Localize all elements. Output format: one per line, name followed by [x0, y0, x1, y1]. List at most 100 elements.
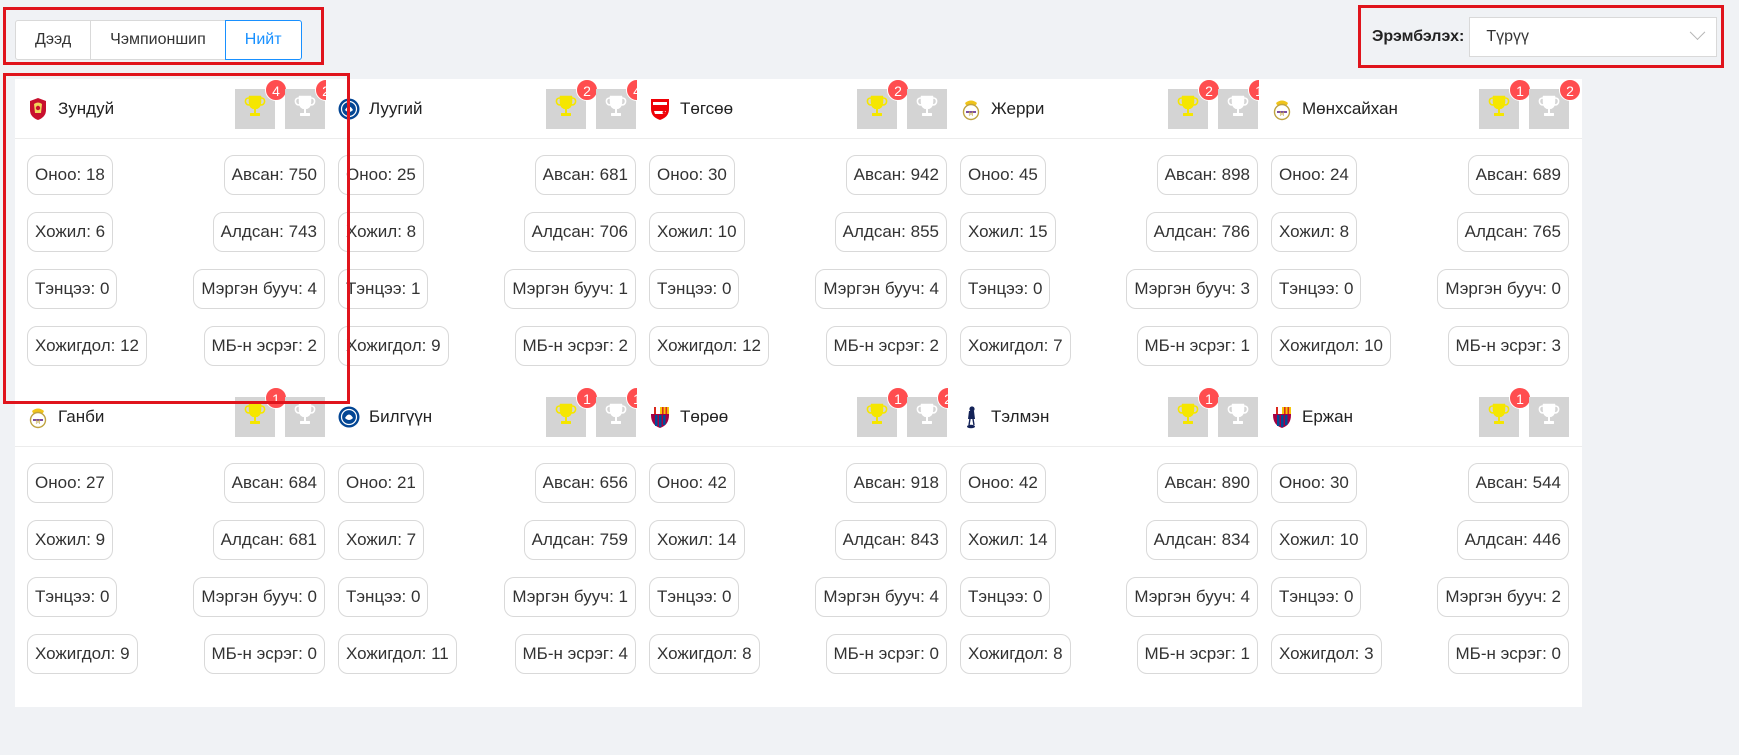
- anti-sniper-stat: МБ-н эсрэг: 0: [1447, 634, 1569, 674]
- gold-trophy-icon: [555, 402, 577, 431]
- silver-trophy-button[interactable]: 1: [1218, 78, 1270, 129]
- wins-stat: Хожил: 8: [1271, 212, 1358, 252]
- card-header: Тэлмэн 1: [948, 386, 1271, 447]
- draws-stat: Тэнцээ: 0: [1271, 269, 1362, 309]
- player-name: Луугий: [369, 98, 423, 118]
- gold-trophy-button[interactable]: 1: [1168, 386, 1220, 437]
- tab-all[interactable]: Нийт: [224, 20, 302, 60]
- silver-trophy-icon: [605, 402, 627, 431]
- tab-championship[interactable]: Чэмпионшип: [90, 20, 226, 60]
- draws-stat: Тэнцээ: 0: [649, 269, 740, 309]
- player-card: M Мөнхсайхан 1 2 Оноо: 24 Авсан: 689 Хожил: 8 А…: [1259, 78, 1582, 399]
- points-stat: Оноо: 42: [649, 463, 735, 503]
- silver-trophy-button[interactable]: 1: [596, 386, 648, 437]
- points-stat: Оноо: 27: [27, 463, 113, 503]
- gold-trophy-button[interactable]: 2: [1168, 78, 1220, 129]
- points-stat: Оноо: 30: [649, 155, 735, 195]
- scored-stat: Авсан: 890: [1156, 463, 1258, 503]
- gold-trophy-button[interactable]: 1: [857, 386, 909, 437]
- draws-stat: Тэнцээ: 0: [960, 577, 1051, 617]
- player-card: Тэлмэн 1 Оноо: 42 Авсан: 890 Хожил: 14 Алдсан…: [948, 386, 1271, 707]
- card-stats: Оноо: 30 Авсан: 942 Хожил: 10 Алдсан: 855 Тэ…: [637, 139, 960, 366]
- silver-trophy-icon: [1538, 94, 1560, 123]
- losses-stat: Хожигдол: 11: [338, 634, 457, 674]
- league-tabs: Дээд Чэмпионшип Нийт: [15, 20, 321, 60]
- draws-stat: Тэнцээ: 1: [338, 269, 429, 309]
- card-stats: Оноо: 21 Авсан: 656 Хожил: 7 Алдсан: 759 Тэн…: [326, 447, 649, 674]
- losses-stat: Хожигдол: 12: [27, 326, 147, 366]
- player-card: Төрөө 12 Оноо: 42 Авсан: 918 Хожил: 14 Алдсан…: [637, 386, 960, 707]
- gold-trophy-button[interactable]: 2: [857, 78, 909, 129]
- card-header: Зундуй 42: [15, 78, 338, 139]
- gold-trophy-icon: [555, 94, 577, 123]
- points-stat: Оноо: 42: [960, 463, 1046, 503]
- draws-stat: Тэнцээ: 0: [1271, 577, 1362, 617]
- conceded-stat: Алдсан: 759: [523, 520, 636, 560]
- player-name: Ержан: [1302, 406, 1354, 426]
- gold-trophy-count: 1: [887, 386, 909, 409]
- card-header: M Ганби 1: [15, 386, 338, 447]
- silver-trophy-icon: [605, 94, 627, 123]
- player-name: Төгсөө: [680, 98, 734, 118]
- silver-trophy-icon: [916, 402, 938, 431]
- player-card: M Жерри 21 Оноо: 45 Авсан: 898 Хожил: 15 Алдса…: [948, 78, 1271, 399]
- wins-stat: Хожил: 14: [649, 520, 745, 560]
- sort-control: Эрэмбэлэх: Түрүү: [1358, 5, 1724, 68]
- anti-sniper-stat: МБ-н эсрэг: 4: [514, 634, 636, 674]
- sniper-stat: Мэргэн бууч: 1: [504, 577, 636, 617]
- player-card: Зундуй 42 Оноо: 18 Авсан: 750 Хожил: 6 Алдсан…: [15, 78, 338, 399]
- wins-stat: Хожил: 14: [960, 520, 1056, 560]
- gold-trophy-button[interactable]: 4: [235, 78, 287, 129]
- sniper-stat: Мэргэн бууч: 4: [1126, 577, 1258, 617]
- player-name: Тэлмэн: [991, 406, 1050, 426]
- tab-top[interactable]: Дээд: [15, 20, 92, 60]
- scored-stat: Авсан: 681: [534, 155, 636, 195]
- svg-text:M: M: [1279, 111, 1284, 118]
- gold-trophy-icon: [244, 94, 266, 123]
- sort-select[interactable]: Түрүү: [1469, 16, 1718, 57]
- silver-trophy-button[interactable]: [907, 88, 947, 129]
- conceded-stat: Алдсан: 706: [523, 212, 636, 252]
- silver-trophy-button[interactable]: [1529, 396, 1569, 437]
- scored-stat: Авсан: 750: [223, 155, 325, 195]
- gold-trophy-icon: [866, 402, 888, 431]
- anti-sniper-stat: МБ-н эсрэг: 3: [1447, 326, 1569, 366]
- gold-trophy-icon: [1488, 94, 1510, 123]
- draws-stat: Тэнцээ: 0: [960, 269, 1051, 309]
- card-stats: Оноо: 42 Авсан: 890 Хожил: 14 Алдсан: 834 Тэ…: [948, 447, 1271, 674]
- gold-trophy-button[interactable]: 1: [235, 386, 287, 437]
- gold-trophy-button[interactable]: 1: [546, 386, 598, 437]
- gold-trophy-button[interactable]: 1: [1479, 78, 1531, 129]
- points-stat: Оноо: 30: [1271, 463, 1357, 503]
- silver-trophy-button[interactable]: 2: [907, 386, 959, 437]
- wins-stat: Хожил: 8: [338, 212, 425, 252]
- chevron-down-icon: [1690, 24, 1706, 41]
- gold-trophy-button[interactable]: 2: [546, 78, 598, 129]
- card-header: Төгсөө 2: [637, 78, 960, 139]
- sniper-stat: Мэргэн бууч: 4: [815, 269, 947, 309]
- svg-text:M: M: [968, 111, 973, 118]
- silver-trophy-button[interactable]: 2: [1529, 78, 1581, 129]
- card-stats: Оноо: 42 Авсан: 918 Хожил: 14 Алдсан: 843 Тэ…: [637, 447, 960, 674]
- draws-stat: Тэнцээ: 0: [649, 577, 740, 617]
- card-header: Билгүүн 11: [326, 386, 649, 447]
- losses-stat: Хожигдол: 3: [1271, 634, 1382, 674]
- sniper-stat: Мэргэн бууч: 3: [1126, 269, 1258, 309]
- gold-trophy-count: 2: [576, 78, 598, 101]
- gold-trophy-button[interactable]: 1: [1479, 386, 1531, 437]
- card-stats: Оноо: 18 Авсан: 750 Хожил: 6 Алдсан: 743 Тэн…: [15, 139, 338, 366]
- silver-trophy-button[interactable]: [285, 396, 325, 437]
- silver-trophy-count: 2: [1559, 78, 1581, 101]
- card-stats: Оноо: 45 Авсан: 898 Хожил: 15 Алдсан: 786 Тэ…: [948, 139, 1271, 366]
- silver-trophy-icon: [1227, 402, 1249, 431]
- silver-trophy-button[interactable]: 4: [596, 78, 648, 129]
- losses-stat: Хожигдол: 8: [649, 634, 760, 674]
- silver-trophy-button[interactable]: [1218, 396, 1258, 437]
- losses-stat: Хожигдол: 10: [1271, 326, 1391, 366]
- silver-trophy-button[interactable]: 2: [285, 78, 337, 129]
- club-crest-icon: [1271, 405, 1293, 429]
- card-stats: Оноо: 24 Авсан: 689 Хожил: 8 Алдсан: 765 Тэн…: [1259, 139, 1582, 366]
- points-stat: Оноо: 24: [1271, 155, 1357, 195]
- player-name: Төрөө: [680, 406, 729, 426]
- wins-stat: Хожил: 6: [27, 212, 114, 252]
